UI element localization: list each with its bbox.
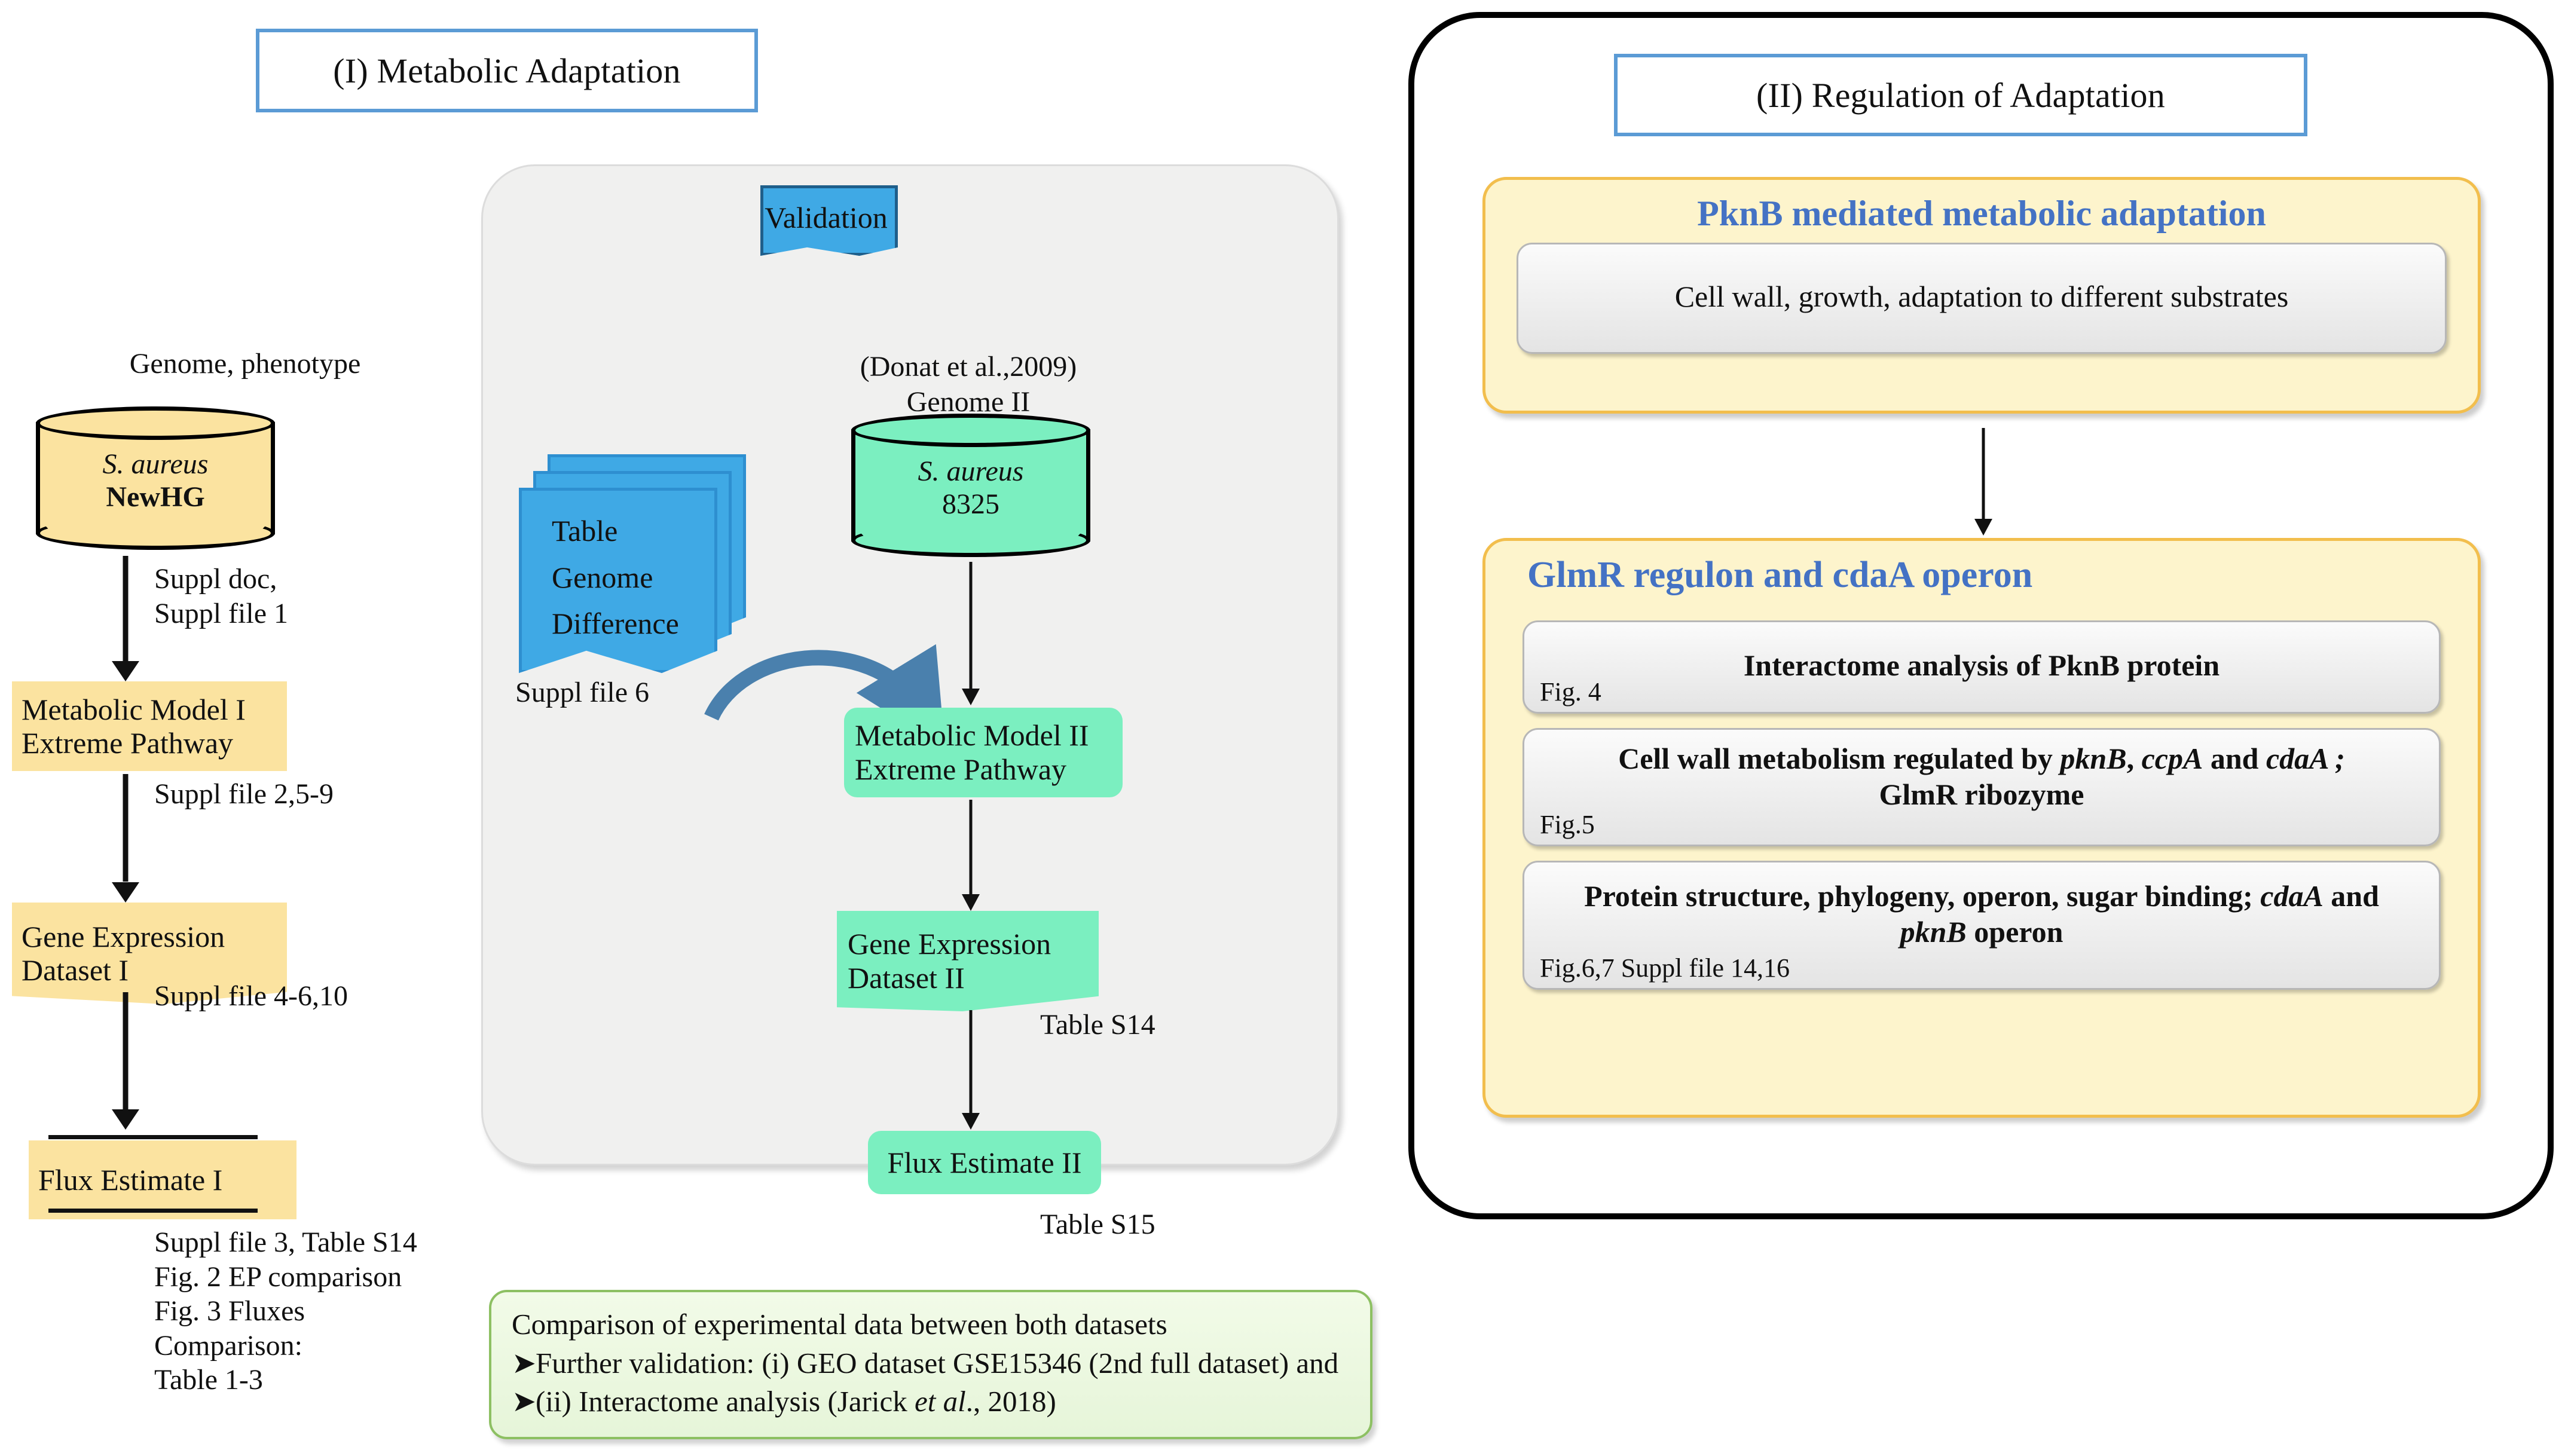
rule-bottom	[48, 1209, 258, 1213]
panel-pknb-mediated: PknB mediated metabolic adaptation Cell …	[1482, 177, 2481, 414]
box-flux-estimate-1-wrap: Flux Estimate I	[29, 1135, 296, 1219]
figure-canvas: (I) Metabolic Adaptation Genome, phenoty…	[0, 0, 2568, 1456]
box-line-2: Extreme Pathway	[22, 726, 234, 760]
box-line-1: Flux Estimate II	[887, 1145, 1082, 1179]
edge-label-suppl-file-2-5-9: Suppl file 2,5-9	[154, 778, 334, 810]
genome-phenotype-caption: Genome, phenotype	[129, 348, 361, 380]
citation-donat-2009: (Donat et al.,2009)	[860, 351, 1077, 383]
edge-label-suppl-file-4-6-10: Suppl file 4-6,10	[154, 980, 348, 1012]
arrow-pknb-to-glmr	[1965, 428, 2001, 536]
box-flux-estimate-1: Flux Estimate I	[29, 1140, 296, 1219]
caption-suppl-file-6: Suppl file 6	[515, 677, 649, 708]
arrow-dataset1-to-flux1	[108, 992, 143, 1130]
pill-text: Cell wall metabolism regulated by pknB, …	[1618, 742, 2345, 812]
comparison-summary-box: Comparison of experimental data between …	[489, 1290, 1372, 1439]
pill-text: Cell wall, growth, adaptation to differe…	[1674, 280, 2289, 313]
pill-text: Interactome analysis of PknB protein	[1743, 649, 2220, 682]
arrow-db2-to-model2	[953, 562, 989, 705]
summary-bullet-row-1: ➤ Further validation: (i) GEO dataset GS…	[512, 1344, 1350, 1383]
arrow-bullet-icon: ➤	[512, 1385, 537, 1418]
database-s-aureus-8325: S. aureus 8325	[851, 414, 1090, 557]
summary-line-3: (ii) Interactome analysis (Jarick et al.…	[536, 1385, 1056, 1418]
box-line-1: Metabolic Model I	[22, 693, 246, 726]
species-name: S. aureus	[918, 455, 1024, 488]
database-label: S. aureus NewHG	[36, 448, 275, 513]
doc-stack-text: Table Genome Difference	[519, 488, 711, 667]
doc-line-2: Genome	[552, 560, 653, 594]
pill-cell-wall-growth[interactable]: Cell wall, growth, adaptation to differe…	[1517, 243, 2447, 354]
arrow-bullet-icon: ➤	[512, 1346, 537, 1379]
box-line-2: Dataset II	[848, 961, 965, 995]
pill-protein-structure[interactable]: Protein structure, phylogeny, operon, su…	[1523, 861, 2441, 990]
strain-name: NewHG	[106, 481, 205, 513]
arrow-model1-to-dataset1	[108, 774, 143, 903]
section-title-regulation-of-adaptation: (II) Regulation of Adaptation	[1614, 54, 2307, 136]
pill-figure-ref: Fig. 4	[1540, 677, 1601, 706]
caption-table-s14: Table S14	[1040, 1009, 1155, 1041]
database-label: S. aureus 8325	[851, 455, 1090, 521]
caption-table-s15: Table S15	[1040, 1209, 1155, 1240]
pill-interactome-analysis[interactable]: Interactome analysis of PknB protein Fig…	[1523, 620, 2441, 714]
edge-label-suppl-doc-file1: Suppl doc, Suppl file 1	[154, 563, 288, 629]
box-line-1: Gene Expression	[848, 927, 1051, 961]
panel-pknb-heading: PknB mediated metabolic adaptation	[1697, 194, 2266, 233]
section-title-metabolic-adaptation: (I) Metabolic Adaptation	[256, 29, 758, 112]
doc-line-3: Difference	[552, 606, 679, 640]
box-metabolic-model-2: Metabolic Model II Extreme Pathway	[844, 708, 1123, 797]
doc-line-1: Table	[552, 513, 618, 547]
box-metabolic-model-1: Metabolic Model I Extreme Pathway	[12, 681, 287, 771]
arrow-db-to-model1	[108, 556, 143, 681]
summary-line-1: Comparison of experimental data between …	[512, 1308, 1167, 1341]
arrow-model2-to-dataset2	[953, 800, 989, 911]
box-line-1: Flux Estimate I	[38, 1163, 223, 1197]
box-gene-expression-dataset-2: Gene Expression Dataset II	[837, 911, 1099, 1011]
summary-line-2: Further validation: (i) GEO dataset GSE1…	[536, 1346, 1339, 1379]
left-footnotes: Suppl file 3, Table S14 Fig. 2 EP compar…	[154, 1226, 417, 1396]
pill-cell-wall-metabolism[interactable]: Cell wall metabolism regulated by pknB, …	[1523, 728, 2441, 846]
box-flux-estimate-2: Flux Estimate II	[868, 1131, 1101, 1194]
pill-figure-ref: Fig.6,7 Suppl file 14,16	[1540, 953, 1790, 983]
database-s-aureus-newhg: S. aureus NewHG	[36, 406, 275, 550]
badge-validation-label: Validation	[765, 201, 888, 234]
species-name: S. aureus	[102, 448, 209, 481]
summary-bullet-row-2: ➤ (ii) Interactome analysis (Jarick et a…	[512, 1382, 1350, 1421]
rule-top	[48, 1135, 258, 1139]
box-line-1: Gene Expression	[22, 920, 225, 953]
arrow-dataset2-to-flux2	[953, 1010, 989, 1130]
panel-glmr-regulon: GlmR regulon and cdaA operon Interactome…	[1482, 538, 2481, 1118]
pill-figure-ref: Fig.5	[1540, 810, 1595, 839]
strain-name: 8325	[942, 488, 999, 521]
box-line-1: Metabolic Model II	[855, 718, 1089, 752]
pill-text: Protein structure, phylogeny, operon, su…	[1584, 879, 2379, 949]
panel-glmr-heading: GlmR regulon and cdaA operon	[1527, 555, 2033, 595]
box-line-2: Extreme Pathway	[855, 753, 1067, 786]
